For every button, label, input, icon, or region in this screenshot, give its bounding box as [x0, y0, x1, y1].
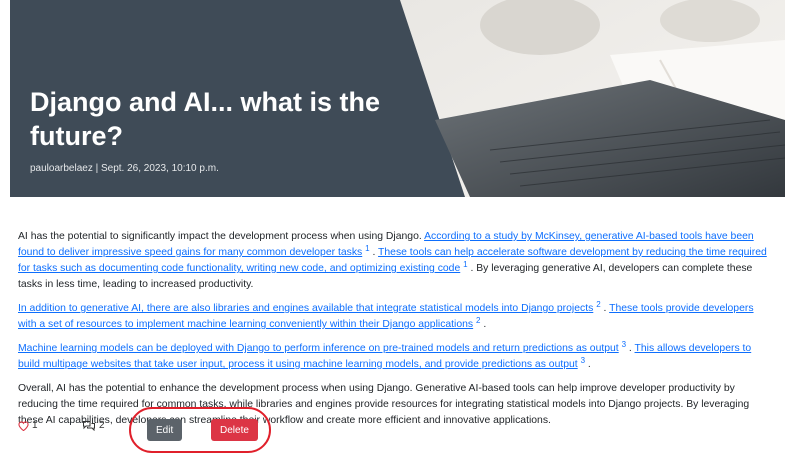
- post-meta: pauloarbelaez | Sept. 26, 2023, 10:10 p.…: [30, 163, 219, 174]
- like-counter[interactable]: 1: [18, 420, 38, 431]
- comment-counter[interactable]: 2: [82, 420, 105, 431]
- citation-link[interactable]: In addition to generative AI, there are …: [18, 303, 593, 314]
- comments-icon[interactable]: [82, 420, 96, 431]
- paragraph-1: AI has the potential to significantly im…: [18, 229, 770, 293]
- post-title: Django and AI... what is the future?: [30, 87, 381, 151]
- comment-count: 2: [99, 420, 105, 431]
- paragraph-text: .: [369, 247, 379, 258]
- like-count: 1: [32, 420, 38, 431]
- paragraph-text: .: [585, 359, 591, 370]
- hero-text: Django and AI... what is the future? pau…: [30, 85, 410, 174]
- post-actions: 1 2 Edit Delete: [18, 418, 418, 442]
- edit-button[interactable]: Edit: [147, 419, 183, 441]
- paragraph-text: .: [600, 303, 610, 314]
- paragraph-2: In addition to generative AI, there are …: [18, 301, 770, 333]
- post-body: AI has the potential to significantly im…: [18, 229, 770, 437]
- delete-button[interactable]: Delete: [211, 419, 258, 441]
- heart-icon[interactable]: [18, 420, 29, 431]
- paragraph-text: AI has the potential to significantly im…: [18, 231, 425, 242]
- paragraph-text: .: [626, 343, 635, 354]
- citation-link[interactable]: Machine learning models can be deployed …: [18, 343, 619, 354]
- paragraph-text: .: [480, 319, 487, 330]
- paragraph-3: Machine learning models can be deployed …: [18, 341, 770, 373]
- post-hero-banner: Django and AI... what is the future? pau…: [10, 0, 785, 197]
